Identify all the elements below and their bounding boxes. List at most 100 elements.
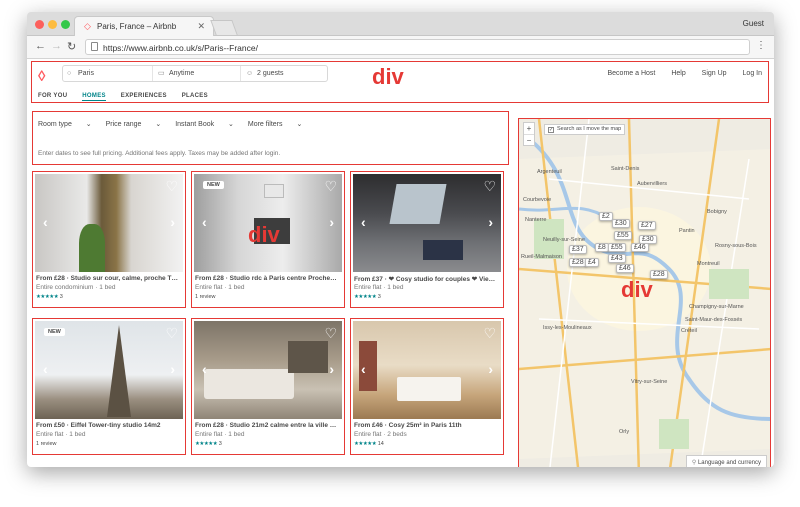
listing-photo[interactable]: NEW ‹ › ♡ <box>35 321 183 419</box>
more-filters-filter[interactable]: More filters ⌄ <box>248 121 302 128</box>
tab-for-you[interactable]: FOR YOU <box>38 93 67 99</box>
zoom-window-button[interactable] <box>61 20 70 29</box>
search-as-move-toggle[interactable]: ✓ Search as I move the map <box>544 124 626 135</box>
become-a-host-link[interactable]: Become a Host <box>608 70 656 77</box>
dates-value: Anytime <box>169 70 195 77</box>
map-place: Saint-Maur-des-Fossés <box>685 317 743 323</box>
listing-card[interactable]: NEW ‹ › ♡ div From £28 · Studio rdc à Pa… <box>191 171 345 308</box>
listing-subtitle: Entire flat · 1 bed <box>36 431 86 438</box>
star-rating-icon: ★★★★★ <box>36 294 59 300</box>
guests-icon: ☺ <box>246 70 254 77</box>
guests-field[interactable]: ☺ 2 guests <box>243 66 327 81</box>
listing-rating: ★★★★★ 14 <box>354 441 384 447</box>
price-range-filter[interactable]: Price range ⌄ <box>106 121 162 128</box>
search-bar[interactable]: ○ Paris ▭ Anytime ☺ 2 guests <box>62 65 328 82</box>
prev-photo-icon[interactable]: ‹ <box>202 361 207 377</box>
prev-photo-icon[interactable]: ‹ <box>361 361 366 377</box>
address-bar[interactable]: https://www.airbnb.co.uk/s/Paris--France… <box>85 39 750 55</box>
price-pin[interactable]: £2 <box>599 212 613 221</box>
heart-icon[interactable]: ♡ <box>324 325 337 342</box>
map-place: Bobigny <box>707 209 727 215</box>
next-photo-icon[interactable]: › <box>170 214 175 230</box>
heart-icon[interactable]: ♡ <box>483 325 496 342</box>
listing-card[interactable]: ‹ › ♡ From £28 · Studio 21m2 calme entre… <box>191 318 345 455</box>
search-as-move-label: Search as I move the map <box>557 126 622 132</box>
price-pin[interactable]: £27 <box>638 221 656 230</box>
map-place: Pantin <box>679 228 695 234</box>
filter-bar: Room type ⌄ Price range ⌄ Instant Book ⌄… <box>32 111 509 165</box>
map-place: Nanterre <box>525 217 547 223</box>
next-photo-icon[interactable]: › <box>488 361 493 377</box>
heart-icon[interactable]: ♡ <box>165 325 178 342</box>
listing-card[interactable]: ‹ › ♡ From £28 · Studio sur cour, calme,… <box>32 171 186 308</box>
heart-icon[interactable]: ♡ <box>483 178 496 195</box>
price-pin[interactable]: £8 <box>595 243 609 252</box>
reload-icon[interactable]: ↻ <box>67 40 76 53</box>
price-pin[interactable]: £46 <box>631 243 649 252</box>
listing-photo[interactable]: ‹ › ♡ <box>353 174 501 272</box>
price-pin[interactable]: £4 <box>585 258 599 267</box>
price-pin[interactable]: £55 <box>614 231 632 240</box>
listing-photo[interactable]: ‹ › ♡ <box>194 321 342 419</box>
airbnb-logo-icon[interactable]: ◊ <box>38 69 54 85</box>
zoom-out-button[interactable]: − <box>524 134 534 146</box>
price-pin[interactable]: £37 <box>569 245 587 254</box>
review-count: 3 <box>377 294 381 300</box>
checkbox-icon[interactable]: ✓ <box>548 127 554 133</box>
prev-photo-icon[interactable]: ‹ <box>43 361 48 377</box>
annotation-label: div <box>621 277 653 302</box>
guest-profile[interactable]: Guest <box>743 19 764 28</box>
back-icon[interactable]: ← <box>35 40 46 52</box>
next-photo-icon[interactable]: › <box>170 361 175 377</box>
price-pin[interactable]: £46 <box>616 264 634 273</box>
help-link[interactable]: Help <box>671 70 685 77</box>
language-currency-button[interactable]: ⚲ Language and currency <box>685 455 767 467</box>
map-panel[interactable]: + − ✓ Search as I move the map Argenteuil… <box>518 118 771 467</box>
room-type-filter[interactable]: Room type ⌄ <box>38 121 92 128</box>
annotation-label: div <box>372 64 404 89</box>
site-header: ◊ ○ Paris ▭ Anytime ☺ 2 guests div Become a… <box>31 61 769 103</box>
listing-card[interactable]: ‹ › ♡ From £37 · ❤ Cosy studio for coupl… <box>350 171 504 308</box>
next-photo-icon[interactable]: › <box>488 214 493 230</box>
heart-icon[interactable]: ♡ <box>324 178 337 195</box>
prev-photo-icon[interactable]: ‹ <box>43 214 48 230</box>
new-tab-button[interactable] <box>210 20 238 35</box>
log-in-link[interactable]: Log In <box>743 70 762 77</box>
listing-photo[interactable]: ‹ › ♡ <box>353 321 501 419</box>
browser-tab[interactable]: ◇ Paris, France – Airbnb ✕ <box>74 16 214 36</box>
price-pin[interactable]: £30 <box>612 219 630 228</box>
listing-photo[interactable]: NEW ‹ › ♡ div <box>194 174 342 272</box>
listing-card[interactable]: ‹ › ♡ From £46 · Cosy 25m² in Paris 11th… <box>350 318 504 455</box>
tab-experiences[interactable]: EXPERIENCES <box>121 93 167 99</box>
next-photo-icon[interactable]: › <box>329 361 334 377</box>
annotation-label: div <box>248 222 280 247</box>
price-pin[interactable]: £43 <box>608 254 626 263</box>
forward-icon[interactable]: → <box>51 40 62 52</box>
tab-places[interactable]: PLACES <box>182 93 208 99</box>
heart-icon[interactable]: ♡ <box>165 178 178 195</box>
zoom-in-button[interactable]: + <box>524 123 534 134</box>
close-window-button[interactable] <box>35 20 44 29</box>
prev-photo-icon[interactable]: ‹ <box>202 214 207 230</box>
listing-card[interactable]: NEW ‹ › ♡ From £50 · Eiffel Tower-tiny s… <box>32 318 186 455</box>
next-photo-icon[interactable]: › <box>329 214 334 230</box>
review-count: 14 <box>377 441 384 447</box>
map-place: Issy-les-Moulineaux <box>543 325 592 331</box>
sign-up-link[interactable]: Sign Up <box>702 70 727 77</box>
instant-book-filter[interactable]: Instant Book ⌄ <box>175 121 234 128</box>
map-place: Vitry-sur-Seine <box>631 379 668 385</box>
browser-menu-icon[interactable]: ⋮ <box>756 40 766 51</box>
prev-photo-icon[interactable]: ‹ <box>361 214 366 230</box>
listing-photo[interactable]: ‹ › ♡ <box>35 174 183 272</box>
minimize-window-button[interactable] <box>48 20 57 29</box>
review-count: 1 review <box>195 294 216 300</box>
dates-field[interactable]: ▭ Anytime <box>155 66 241 81</box>
map-place: Courbevoie <box>523 197 552 203</box>
location-field[interactable]: ○ Paris <box>67 66 153 81</box>
listing-title: From £50 · Eiffel Tower-tiny studio 14m2 <box>36 422 161 429</box>
map-place: Rosny-sous-Bois <box>715 243 757 249</box>
tab-strip: ◇ Paris, France – Airbnb ✕ Guest <box>27 12 774 36</box>
price-pin[interactable]: £55 <box>608 243 626 252</box>
close-tab-icon[interactable]: ✕ <box>197 21 205 32</box>
tab-homes[interactable]: HOMES <box>82 93 106 101</box>
